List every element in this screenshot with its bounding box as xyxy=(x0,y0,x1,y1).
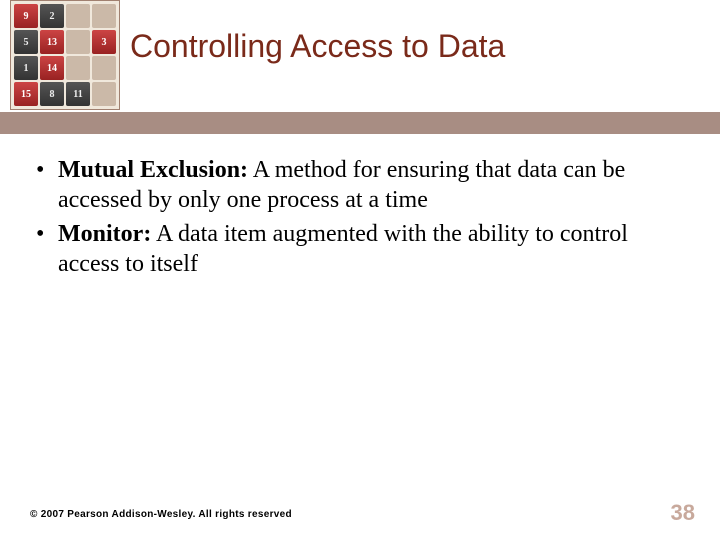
puzzle-tile: 9 xyxy=(14,4,38,28)
decorative-bar xyxy=(0,112,720,134)
bullet-term: Mutual Exclusion: xyxy=(58,157,248,183)
puzzle-tile: 14 xyxy=(40,56,64,80)
puzzle-tile: 15 xyxy=(14,82,38,106)
bullet-item: Monitor: A data item augmented with the … xyxy=(30,219,690,279)
puzzle-tile: 11 xyxy=(66,82,90,106)
puzzle-tile xyxy=(92,4,116,28)
puzzle-tile xyxy=(92,82,116,106)
puzzle-tile xyxy=(66,56,90,80)
slide-body: Mutual Exclusion: A method for ensuring … xyxy=(30,155,690,283)
puzzle-tile: 13 xyxy=(40,30,64,54)
puzzle-tile: 5 xyxy=(14,30,38,54)
puzzle-tile xyxy=(66,30,90,54)
bullet-item: Mutual Exclusion: A method for ensuring … xyxy=(30,155,690,215)
puzzle-tile: 2 xyxy=(40,4,64,28)
puzzle-tile: 8 xyxy=(40,82,64,106)
puzzle-tile xyxy=(92,56,116,80)
puzzle-tile xyxy=(66,4,90,28)
copyright-footer: © 2007 Pearson Addison-Wesley. All right… xyxy=(30,509,292,520)
decorative-puzzle-image: 92513 3 11415811 xyxy=(10,0,120,110)
slide-title: Controlling Access to Data xyxy=(130,28,700,65)
page-number: 38 xyxy=(671,500,695,526)
puzzle-tile: 1 xyxy=(14,56,38,80)
puzzle-tile: 3 xyxy=(92,30,116,54)
bullet-term: Monitor: xyxy=(58,221,151,247)
